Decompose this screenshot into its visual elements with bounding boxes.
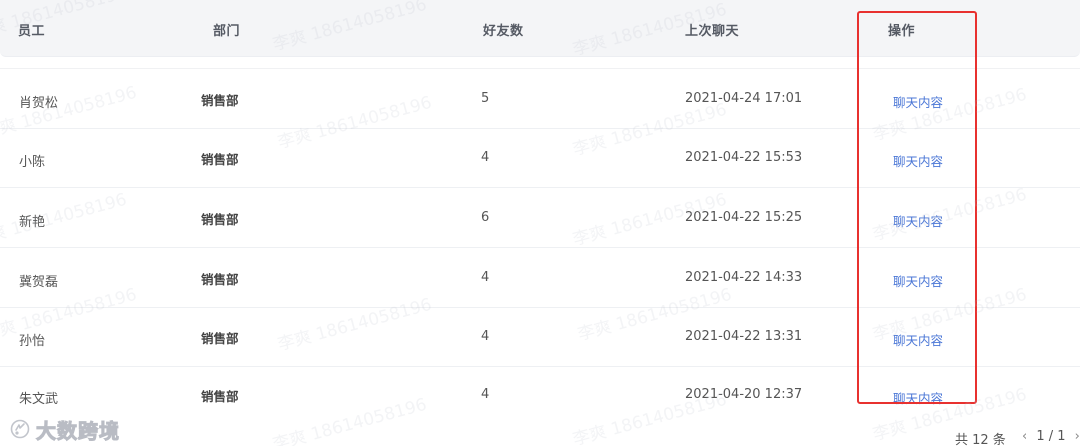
department-name: 销售部 (201, 272, 239, 287)
table-row: 新艳 销售部 6 2021-04-22 15:25 聊天内容 (0, 188, 1080, 248)
friend-count: 4 (481, 270, 490, 285)
last-chat-time: 2021-04-22 15:53 (685, 150, 803, 165)
table-header: 员工 部门 好友数 上次聊天 操作 (0, 0, 1080, 57)
table-row: 小陈 销售部 4 2021-04-22 15:53 聊天内容 (0, 128, 1080, 188)
department-name: 销售部 (201, 152, 239, 167)
pagination-bar: 共 12 条 ‹ 1 / 1 › (0, 414, 1080, 446)
friend-count: 6 (481, 210, 490, 225)
header-last-chat[interactable]: 上次聊天 (685, 20, 739, 39)
department-name: 销售部 (201, 389, 239, 404)
header-action: 操作 (888, 24, 916, 39)
brand-logo: 大数跨境 (10, 416, 120, 443)
department-name: 销售部 (201, 93, 239, 108)
friend-count: 4 (481, 329, 490, 344)
last-chat-time: 2021-04-20 12:37 (685, 387, 803, 402)
employee-name: 新艳 (19, 215, 46, 230)
employee-name: 小陈 (19, 155, 46, 170)
chat-content-link[interactable]: 聊天内容 (893, 211, 943, 230)
chat-records-page: 员工 部门 好友数 上次聊天 操作 肖贺松 销售部 5 2021-04-24 1… (0, 0, 1080, 446)
table-row: 冀贺磊 销售部 4 2021-04-22 14:33 聊天内容 (0, 248, 1080, 308)
total-count: 共 12 条 (955, 433, 1006, 446)
brand-name: 大数跨境 (36, 418, 120, 443)
employee-name: 朱文武 (19, 392, 59, 407)
department-name: 销售部 (201, 212, 239, 227)
chat-content-link[interactable]: 聊天内容 (893, 271, 943, 290)
employee-name: 孙怡 (19, 334, 46, 349)
friend-count: 4 (481, 150, 490, 165)
friend-count: 4 (481, 387, 490, 402)
logo-icon (10, 419, 30, 439)
last-chat-time: 2021-04-24 17:01 (685, 91, 803, 106)
chat-content-link[interactable]: 聊天内容 (893, 92, 943, 111)
table-row: 孙怡 销售部 4 2021-04-22 13:31 聊天内容 (0, 307, 1080, 367)
chevron-left-icon[interactable]: ‹ (1021, 429, 1028, 444)
chat-content-link[interactable]: 聊天内容 (893, 330, 943, 349)
page-indicator: 1 / 1 (1036, 429, 1066, 444)
chevron-right-icon[interactable]: › (1074, 429, 1080, 444)
pager: ‹ 1 / 1 › (1021, 429, 1080, 444)
last-chat-time: 2021-04-22 14:33 (685, 270, 803, 285)
table-row: 肖贺松 销售部 5 2021-04-24 17:01 聊天内容 (0, 69, 1080, 129)
last-chat-time: 2021-04-22 15:25 (685, 210, 803, 225)
last-chat-time: 2021-04-22 13:31 (685, 329, 803, 344)
chat-content-link[interactable]: 聊天内容 (893, 388, 943, 407)
header-employee[interactable]: 员工 (18, 20, 45, 39)
employee-name: 冀贺磊 (19, 275, 59, 290)
department-name: 销售部 (201, 331, 239, 346)
employee-name: 肖贺松 (19, 96, 59, 111)
header-department[interactable]: 部门 (213, 20, 240, 39)
friend-count: 5 (481, 91, 490, 106)
chat-content-link[interactable]: 聊天内容 (893, 151, 943, 170)
header-friends[interactable]: 好友数 (483, 20, 524, 39)
